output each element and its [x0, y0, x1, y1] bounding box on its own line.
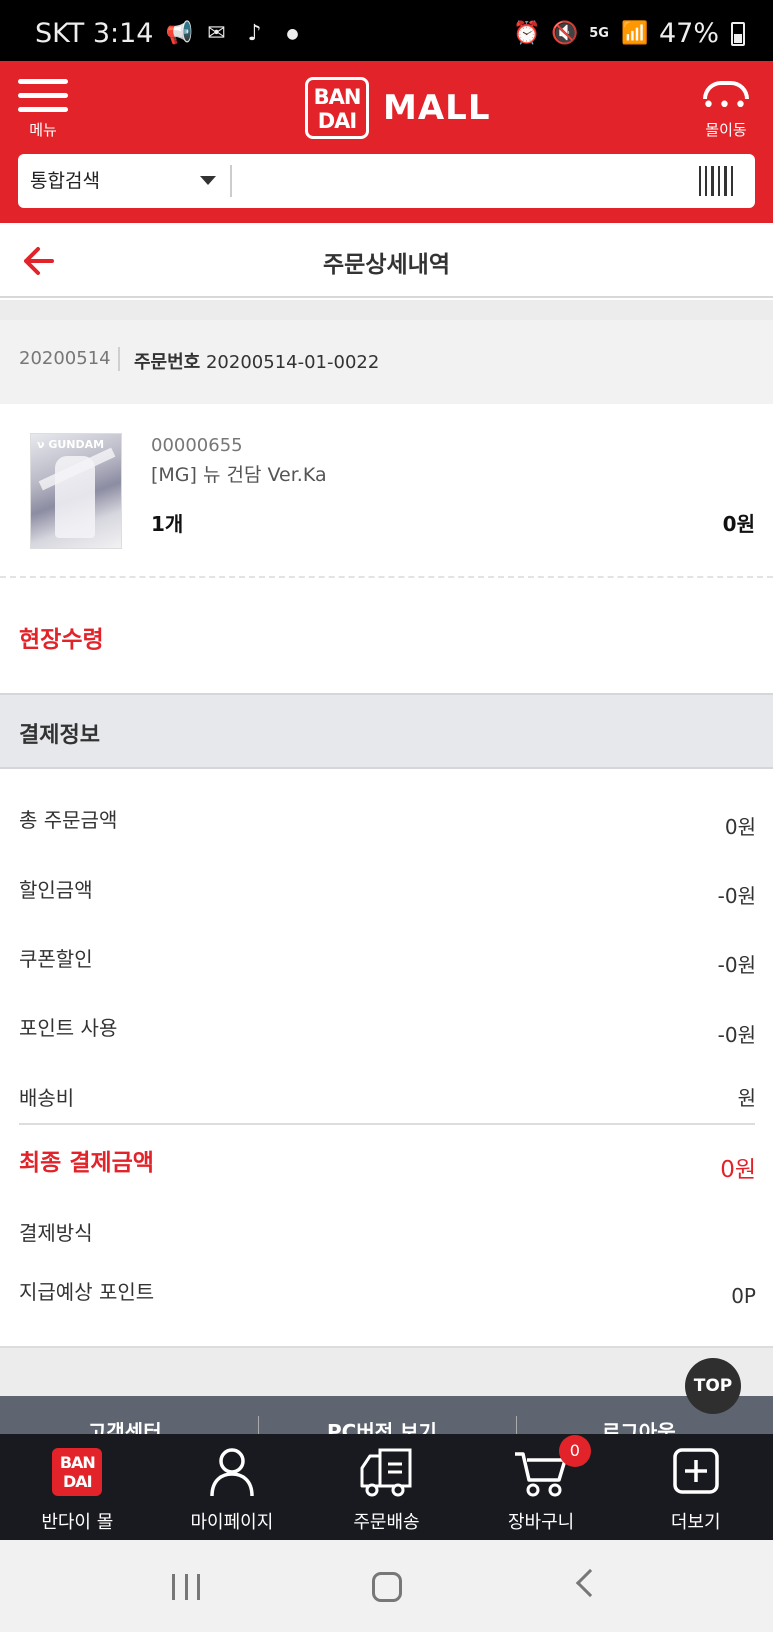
plus-square-icon [672, 1448, 719, 1494]
product-item[interactable]: ν GUNDAM 00000655 [MG] 뉴 건담 Ver.Ka 1개 0원 [0, 404, 773, 578]
search-divider [230, 165, 232, 197]
payment-info-header: 결제정보 [0, 693, 773, 769]
network-indicator: 5G [589, 26, 609, 41]
mute-icon: 🔇 [551, 20, 579, 46]
footer-link-pc-version[interactable]: PC버전 보기 [327, 1416, 437, 1434]
order-separator [118, 347, 120, 371]
mall-move-button[interactable]: ••• 몰이동 [697, 79, 755, 140]
product-thumbnail[interactable]: ν GUNDAM [30, 433, 122, 549]
mail-icon: ✉ [207, 20, 226, 46]
menu-button[interactable]: 메뉴 [18, 79, 68, 140]
system-back-icon[interactable] [575, 1568, 605, 1598]
cart-count-badge: 0 [558, 1435, 591, 1467]
footer-link-customer-center[interactable]: 고객센터 [88, 1416, 162, 1434]
expected-points-label: 지급예상 포인트 [19, 1280, 155, 1304]
points-used-label: 포인트 사용 [19, 1016, 118, 1040]
coupon-discount-label: 쿠폰할인 [19, 947, 93, 971]
footer-link-logout[interactable]: 로그아웃 [602, 1416, 676, 1434]
product-name: [MG] 뉴 건담 Ver.Ka [151, 464, 327, 486]
footer-links: 고객센터 PC버전 보기 로그아웃 [0, 1396, 773, 1434]
order-date: 20200514 [19, 348, 111, 369]
pickup-method: 현장수령 [19, 627, 104, 653]
footer-separator [516, 1416, 517, 1434]
nav-item-cart[interactable]: 0 장바구니 [464, 1434, 619, 1540]
home-icon[interactable] [372, 1572, 402, 1602]
discount-label: 할인금액 [19, 878, 93, 902]
nav-item-bandai-mall[interactable]: BAN DAI 반다이 몰 [0, 1434, 155, 1540]
battery-percent: 47% [658, 18, 719, 49]
nav-item-order-delivery[interactable]: 주문배송 [309, 1434, 464, 1540]
product-quantity: 1개 [151, 512, 184, 536]
logo-text: MALL [383, 88, 491, 128]
megaphone-icon: 📢 [165, 20, 193, 46]
system-nav-bar [0, 1540, 773, 1632]
app-header: 메뉴 BAN DAI MALL ••• 몰이동 통합검색 [0, 61, 773, 223]
expected-points-value: 0P [731, 1284, 756, 1308]
battery-icon [731, 21, 745, 46]
total-order-value: 0원 [724, 815, 756, 839]
bandai-logo-icon: BAN DAI [305, 77, 369, 139]
order-number-label: 주문번호 [134, 352, 201, 373]
section-gap [0, 300, 773, 320]
bandai-mall-logo[interactable]: BAN DAI MALL [305, 77, 490, 139]
barcode-scan-icon[interactable] [699, 166, 733, 196]
nav-label: 주문배송 [353, 1512, 420, 1533]
nav-item-more[interactable]: 더보기 [618, 1434, 773, 1540]
signal-icon: 📶 [620, 20, 649, 46]
nav-label: 장바구니 [507, 1512, 575, 1533]
footer-separator [258, 1416, 259, 1434]
section-gap [0, 1346, 773, 1396]
alarm-icon: ⏰ [513, 20, 541, 46]
shipping-fee-label: 배송비 [19, 1086, 75, 1110]
mall-move-label: 몰이동 [705, 121, 747, 139]
product-price: 0원 [722, 512, 755, 536]
order-header: 20200514 주문번호 20200514-01-0022 [0, 320, 773, 404]
discount-value: -0원 [717, 884, 756, 908]
order-number-row: 주문번호 20200514-01-0022 [134, 348, 379, 374]
search-type-select[interactable]: 통합검색 [30, 154, 100, 208]
title-bar: 주문상세내역 [0, 223, 773, 298]
payment-divider [19, 1123, 755, 1125]
scroll-top-button[interactable]: TOP [685, 1358, 741, 1414]
shipping-fee-value: 원 [737, 1086, 756, 1110]
bandai-logo-icon: BAN DAI [49, 1446, 105, 1498]
search-input[interactable] [240, 162, 660, 200]
nav-label: 마이페이지 [190, 1512, 274, 1533]
search-bar: 통합검색 [18, 154, 755, 208]
payment-info-title: 결제정보 [19, 723, 100, 748]
music-note-icon: ♪ [247, 20, 262, 46]
page-title: 주문상세내역 [323, 252, 450, 278]
product-code: 00000655 [151, 435, 243, 456]
nav-label: 더보기 [670, 1512, 721, 1533]
dots-icon: ••• [702, 93, 750, 118]
menu-label: 메뉴 [29, 121, 57, 139]
points-used-value: -0원 [717, 1023, 756, 1047]
nav-label: 반다이 몰 [41, 1512, 114, 1533]
caret-down-icon[interactable] [200, 176, 216, 185]
carrier-time: SKT 3:14 [35, 18, 154, 49]
hamburger-icon [18, 79, 68, 112]
bottom-nav: BAN DAI 반다이 몰 마이페이지 주문배송 0 장바구니 더보기 [0, 1434, 773, 1540]
coupon-discount-value: -0원 [717, 953, 756, 977]
dot-icon: ● [286, 25, 299, 42]
status-bar: SKT 3:14 📢 ✉ ♪ ● ⏰ 🔇 5G 📶 47% [0, 0, 773, 61]
payment-method-label: 결제방식 [19, 1221, 93, 1245]
final-amount-label: 최종 결제금액 [19, 1150, 154, 1176]
final-amount-value: 0원 [720, 1157, 756, 1183]
order-number: 20200514-01-0022 [205, 352, 380, 373]
total-order-label: 총 주문금액 [19, 808, 118, 832]
nav-item-mypage[interactable]: 마이페이지 [155, 1434, 310, 1540]
truck-icon [360, 1448, 412, 1497]
person-icon [210, 1448, 254, 1497]
recent-apps-icon[interactable] [172, 1574, 200, 1600]
thumbnail-text: ν GUNDAM [37, 438, 105, 451]
